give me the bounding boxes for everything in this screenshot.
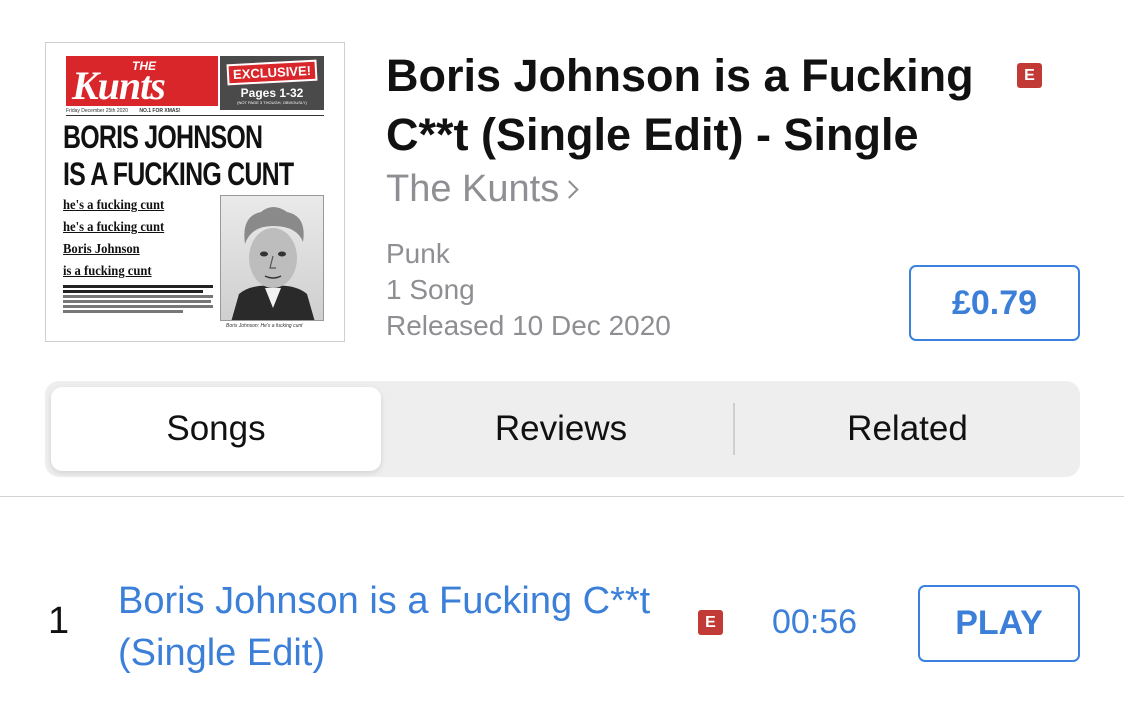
buy-price-button[interactable]: £0.79 <box>909 265 1080 341</box>
section-divider <box>0 496 1124 497</box>
cover-masthead: THE Kunts <box>66 56 218 108</box>
cover-caption: Boris Johnson: He's a fucking cunt <box>226 323 303 329</box>
track-number: 1 <box>48 600 70 642</box>
cover-dateline: Friday December 25th 2020 NO.1 FOR XMAS! <box>66 108 324 116</box>
cover-exclusive-box: EXCLUSIVE! Pages 1-32 (NOT PAGE 3 THOUGH… <box>220 56 324 110</box>
track-explicit-badge: E <box>698 610 723 635</box>
explicit-badge: E <box>1017 63 1042 88</box>
cover-lyrics: he's a fucking cunt he's a fucking cunt … <box>63 195 175 283</box>
cover-issue: NO.1 FOR XMAS! <box>139 108 181 114</box>
tab-reviews[interactable]: Reviews <box>390 381 732 477</box>
album-song-count: 1 Song <box>386 274 475 305</box>
cover-portrait-image <box>220 195 324 321</box>
play-button[interactable]: PLAY <box>918 585 1080 662</box>
album-metadata: Punk 1 Song Released 10 Dec 2020 <box>386 236 671 344</box>
track-duration: 00:56 <box>772 603 858 641</box>
chevron-right-icon <box>560 180 579 199</box>
track-title[interactable]: Boris Johnson is a Fucking C**t (Single … <box>118 575 678 679</box>
cover-masthead-name: Kunts <box>72 63 166 108</box>
artist-name: The Kunts <box>386 168 560 210</box>
cover-date: Friday December 25th 2020 <box>66 108 128 114</box>
cover-body-text <box>63 285 213 315</box>
tab-related[interactable]: Related <box>735 381 1080 477</box>
cover-lyric-line: he's a fucking cunt <box>63 220 165 235</box>
cover-lyric-line: Boris Johnson <box>63 242 140 257</box>
tab-songs[interactable]: Songs <box>51 387 381 471</box>
album-genre: Punk <box>386 238 450 269</box>
artist-link[interactable]: The Kunts <box>386 168 579 211</box>
cover-pages: Pages 1-32 <box>240 86 304 100</box>
cover-pages-note: (NOT PAGE 3 THOUGH, OBVIOUSLY) <box>237 100 307 105</box>
cover-lyric-line: is a fucking cunt <box>63 264 152 279</box>
tab-segmented-control: Songs Reviews Related <box>45 381 1080 477</box>
cover-exclusive-tag: EXCLUSIVE! <box>226 59 318 86</box>
cover-headline: BORIS JOHNSON IS A FUCKING CUNT <box>63 119 294 193</box>
cover-headline-line-2: IS A FUCKING CUNT <box>63 156 294 192</box>
album-artwork: THE Kunts EXCLUSIVE! Pages 1-32 (NOT PAG… <box>45 42 345 342</box>
album-release-date: Released 10 Dec 2020 <box>386 310 671 341</box>
cover-headline-line-1: BORIS JOHNSON <box>63 119 263 155</box>
cover-lyric-line: he's a fucking cunt <box>63 198 165 213</box>
album-title: Boris Johnson is a Fucking C**t (Single … <box>386 50 974 160</box>
